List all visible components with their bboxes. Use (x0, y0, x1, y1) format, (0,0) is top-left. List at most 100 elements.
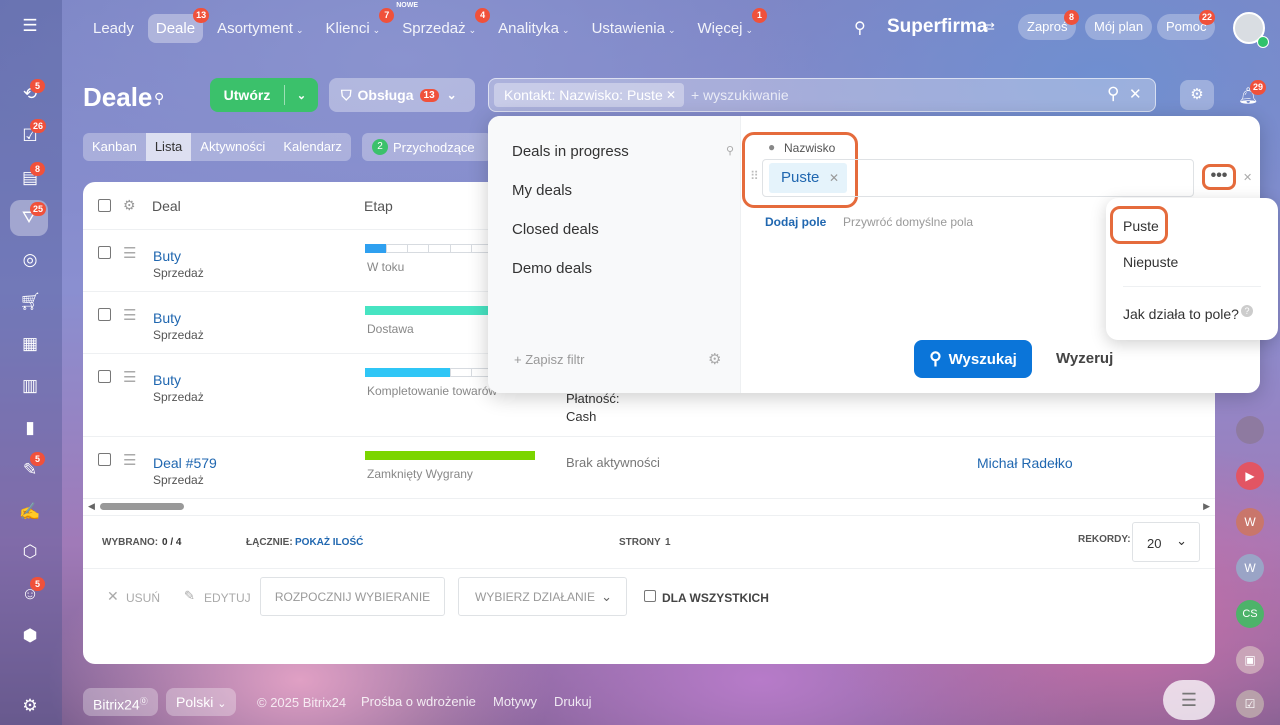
store-icon[interactable]: ▦ (16, 330, 44, 358)
filter-preset-item[interactable]: Demo deals (512, 260, 592, 277)
reset-button[interactable]: Wyzeruj (1056, 350, 1113, 367)
filter-preset-item[interactable]: Closed deals (512, 221, 599, 238)
column-header-stage[interactable]: Etap (364, 198, 393, 214)
app-doc-icon[interactable]: ▣ (1236, 646, 1264, 674)
stage-segment[interactable] (512, 451, 535, 460)
edit-button[interactable]: EDYTUJ (204, 591, 251, 605)
search-icon[interactable]: ⚲ (1107, 84, 1119, 104)
menu-item-empty[interactable]: Puste (1123, 218, 1159, 234)
grid-settings-gear-icon[interactable]: ⚙ (123, 197, 136, 214)
stage-progress-bar[interactable] (365, 451, 535, 460)
tab-view-3[interactable]: Kalendarz (274, 133, 351, 161)
stage-segment[interactable] (428, 368, 451, 377)
tab-view-2[interactable]: Aktywności (191, 133, 274, 161)
search-input[interactable]: + wyszukiwanie (691, 87, 789, 103)
filter-preset-item[interactable]: Deals in progress (512, 143, 629, 160)
switch-icon[interactable]: ⇄ (984, 19, 995, 35)
nav-item-3[interactable]: Klienci ⌄ 7 (317, 7, 395, 43)
row-menu-icon[interactable]: ☰ (123, 451, 136, 469)
stage-segment[interactable] (449, 244, 472, 253)
tab-view-0[interactable]: Kanban (83, 133, 146, 161)
restore-fields-link[interactable]: Przywróć domyślne pola (843, 215, 973, 229)
deal-title-link[interactable]: Deal #579 (153, 455, 217, 471)
show-count-link[interactable]: POKAŻ ILOŚĆ (295, 537, 363, 548)
app-cs-icon[interactable]: CS (1236, 600, 1264, 628)
deal-title-link[interactable]: Buty (153, 310, 181, 326)
stage-segment[interactable] (428, 306, 451, 315)
my-plan-button[interactable]: Mój plan (1085, 14, 1153, 40)
stage-segment[interactable] (407, 306, 430, 315)
filter-chip[interactable]: Kontakt: Nazwisko: Puste ✕ (494, 83, 684, 107)
search-icon[interactable]: ⚲ (854, 18, 866, 38)
box-icon[interactable]: ⬢ (16, 622, 44, 650)
nav-item-0[interactable]: Leady (85, 14, 142, 43)
nav-item-5[interactable]: Analityka ⌄ (490, 14, 577, 43)
field-value-chip[interactable]: Puste ✕ (769, 163, 847, 193)
incoming-counter[interactable]: 2 Przychodzące (362, 133, 492, 161)
nav-item-1[interactable]: Deale 13 (147, 7, 210, 43)
menu-item-help[interactable]: Jak działa to pole? (1123, 306, 1239, 322)
app-w-icon[interactable]: W (1236, 508, 1264, 536)
records-select[interactable]: 20 ⌄ (1132, 522, 1200, 562)
app-w2-icon[interactable]: W (1236, 554, 1264, 582)
filter-settings-gear-icon[interactable]: ⚙ (708, 350, 721, 368)
nav-item-2[interactable]: Asortyment ⌄ (209, 14, 311, 43)
footer-link-themes[interactable]: Motywy (493, 694, 537, 709)
tab-view-1[interactable]: Lista (145, 133, 192, 161)
stage-segment[interactable] (386, 451, 409, 460)
scroll-left-icon[interactable]: ◀ (88, 501, 95, 512)
start-selecting-button[interactable]: ROZPOCZNIJ WYBIERANIE (260, 577, 445, 616)
row-checkbox[interactable] (98, 453, 111, 466)
language-select[interactable]: Polski ⌄ (166, 688, 237, 716)
settings-gear-icon[interactable]: ⚙ (1180, 80, 1214, 110)
nav-item-6[interactable]: Ustawienia ⌄ (584, 14, 684, 43)
choose-action-select[interactable]: WYBIERZ DZIAŁANIE ⌄ (458, 577, 627, 616)
deal-title-link[interactable]: Buty (153, 372, 181, 388)
target-icon[interactable]: ◎ (16, 246, 44, 274)
stage-segment[interactable] (365, 368, 388, 377)
stage-segment[interactable] (386, 368, 409, 377)
feed-list-icon[interactable]: ☰ (1163, 680, 1215, 720)
deal-title-link[interactable]: Buty (153, 248, 181, 264)
filter-preset-item[interactable]: My deals (512, 182, 572, 199)
chevron-down-icon[interactable]: ⌄ (285, 89, 318, 102)
row-menu-icon[interactable]: ☰ (123, 368, 136, 386)
menu-icon[interactable]: ☰ (16, 12, 44, 40)
close-icon[interactable]: ✕ (829, 163, 839, 193)
stage-segment[interactable] (365, 451, 388, 460)
analytics-icon[interactable]: ▮ (16, 414, 44, 442)
company-name[interactable]: Superfirma (887, 16, 987, 38)
stage-segment[interactable] (407, 244, 430, 253)
brand-badge[interactable]: Bitrix24⓪ (83, 688, 158, 716)
for-all-checkbox[interactable] (644, 590, 656, 602)
create-button[interactable]: Utwórz ⌄ (210, 78, 318, 112)
video-icon[interactable]: ▶ (1236, 462, 1264, 490)
stage-segment[interactable] (449, 451, 472, 460)
footer-link-request[interactable]: Prośba o wdrożenie (361, 694, 476, 709)
app-check-icon[interactable]: ☑ (1236, 690, 1264, 718)
stage-segment[interactable] (365, 244, 388, 253)
stage-segment[interactable] (365, 306, 388, 315)
search-button[interactable]: ⚲ Wyszukaj (914, 340, 1032, 378)
footer-link-print[interactable]: Drukuj (554, 694, 592, 709)
help-question-icon[interactable]: ? (1241, 305, 1253, 317)
stage-segment[interactable] (449, 306, 472, 315)
calendar-icon[interactable]: ▥ (16, 372, 44, 400)
scrollbar-thumb[interactable] (100, 503, 184, 510)
stage-segment[interactable] (449, 368, 472, 377)
row-checkbox[interactable] (98, 308, 111, 321)
row-menu-icon[interactable]: ☰ (123, 244, 136, 262)
stage-segment[interactable] (407, 368, 430, 377)
stage-segment[interactable] (470, 451, 493, 460)
sign-icon[interactable]: ✍ (16, 498, 44, 526)
nav-item-4[interactable]: Sprzedaż ⌄ 4 NOWE (394, 2, 491, 43)
filter-search-bar[interactable]: Kontakt: Nazwisko: Puste ✕ + wyszukiwani… (488, 78, 1156, 112)
add-field-link[interactable]: Dodaj pole (765, 215, 826, 229)
hexagon-icon[interactable]: ⬡ (16, 538, 44, 566)
remove-field-icon[interactable]: ✕ (1243, 171, 1252, 184)
row-checkbox[interactable] (98, 370, 111, 383)
row-checkbox[interactable] (98, 246, 111, 259)
stage-segment[interactable] (428, 451, 451, 460)
responsible-person-link[interactable]: Michał Radełko (977, 455, 1073, 471)
stage-segment[interactable] (386, 244, 409, 253)
